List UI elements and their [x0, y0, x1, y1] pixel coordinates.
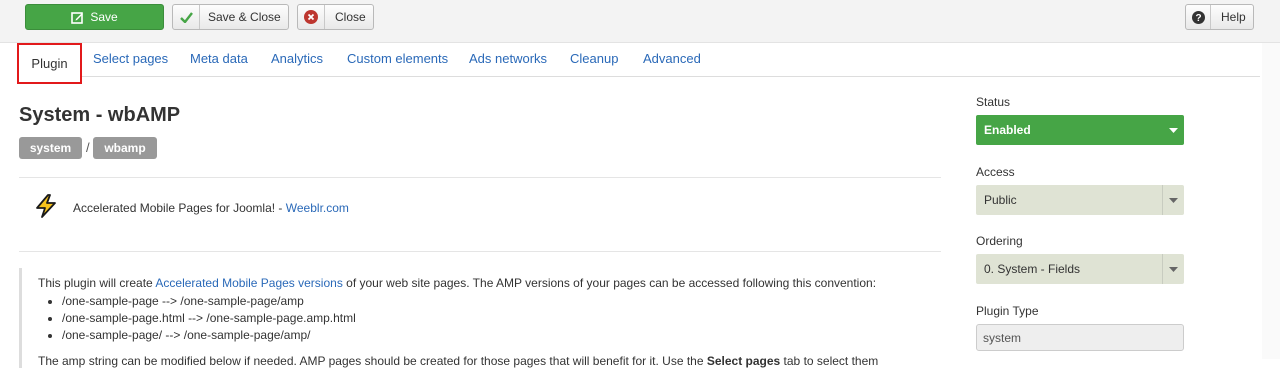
- list-item: /one-sample-page/ --> /one-sample-page/a…: [62, 327, 941, 344]
- amp-versions-link[interactable]: Accelerated Mobile Pages versions: [155, 276, 342, 290]
- access-label: Access: [976, 165, 1015, 179]
- svg-text:?: ?: [1195, 13, 1201, 24]
- save-button-label: Save: [90, 10, 118, 24]
- divider: [19, 177, 941, 178]
- plugin-info: This plugin will create Accelerated Mobi…: [19, 268, 941, 368]
- help-button-label: Help: [1221, 10, 1246, 24]
- ordering-select[interactable]: 0. System - Fields: [976, 254, 1184, 284]
- caret-down-icon: [1162, 254, 1184, 284]
- tab-analytics[interactable]: Analytics: [271, 51, 323, 66]
- info-intro: This plugin will create Accelerated Mobi…: [38, 276, 941, 290]
- cancel-icon: [298, 5, 325, 29]
- info-more-suffix: tab to select them: [780, 354, 879, 368]
- save-button[interactable]: Save: [25, 4, 164, 30]
- badge-element: wbamp: [93, 137, 157, 159]
- tab-plugin[interactable]: Plugin: [17, 43, 82, 84]
- save-close-button[interactable]: Save & Close: [172, 4, 289, 30]
- tab-cleanup[interactable]: Cleanup: [570, 51, 618, 66]
- lightning-icon: [33, 193, 59, 222]
- access-select[interactable]: Public: [976, 185, 1184, 215]
- url-examples-list: /one-sample-page --> /one-sample-page/am…: [62, 293, 941, 344]
- ordering-value: 0. System - Fields: [984, 262, 1081, 276]
- access-value: Public: [984, 193, 1017, 207]
- weeblr-link[interactable]: Weeblr.com: [286, 201, 349, 215]
- select-pages-emphasis: Select pages: [706, 354, 781, 368]
- close-button[interactable]: Close: [297, 4, 374, 30]
- plugin-description: Accelerated Mobile Pages for Joomla! - W…: [73, 201, 349, 215]
- tab-ads-networks[interactable]: Ads networks: [469, 51, 547, 66]
- save-close-button-label: Save & Close: [208, 10, 281, 24]
- question-icon: ?: [1186, 5, 1211, 29]
- info-more: The amp string can be modified below if …: [38, 354, 941, 368]
- status-label: Status: [976, 95, 1011, 109]
- ordering-label: Ordering: [976, 234, 1023, 248]
- badge-folder: system: [19, 137, 82, 159]
- tab-meta-data[interactable]: Meta data: [190, 51, 248, 66]
- checkmark-icon: [173, 5, 200, 29]
- status-value: Enabled: [984, 123, 1031, 137]
- caret-down-icon: [1162, 115, 1184, 145]
- description-text: Accelerated Mobile Pages for Joomla! -: [73, 201, 286, 215]
- info-intro-text: This plugin will create: [38, 276, 156, 290]
- plugin-type-field: system: [976, 324, 1184, 351]
- list-item: /one-sample-page.html --> /one-sample-pa…: [62, 310, 941, 327]
- tab-advanced[interactable]: Advanced: [643, 51, 701, 66]
- toolbar: Save Save & Close Close ? Help: [0, 0, 1280, 43]
- status-select[interactable]: Enabled: [976, 115, 1184, 145]
- list-item: /one-sample-page --> /one-sample-page/am…: [62, 293, 941, 310]
- close-button-label: Close: [335, 10, 366, 24]
- scrollbar[interactable]: [1262, 43, 1280, 359]
- help-button[interactable]: ? Help: [1185, 4, 1254, 30]
- badge-separator: /: [86, 140, 90, 155]
- tab-bar: Plugin Select pages Meta data Analytics …: [17, 42, 1260, 84]
- edit-icon: [71, 5, 84, 29]
- caret-down-icon: [1162, 185, 1184, 215]
- divider: [19, 251, 941, 252]
- info-more-text: The amp string can be modified below if …: [38, 354, 707, 368]
- tab-select-pages[interactable]: Select pages: [93, 51, 168, 66]
- page-title: System - wbAMP: [19, 104, 181, 126]
- tab-custom-elements[interactable]: Custom elements: [347, 51, 448, 66]
- info-intro-suffix: of your web site pages. The AMP versions…: [342, 276, 877, 290]
- plugin-type-label: Plugin Type: [976, 304, 1039, 318]
